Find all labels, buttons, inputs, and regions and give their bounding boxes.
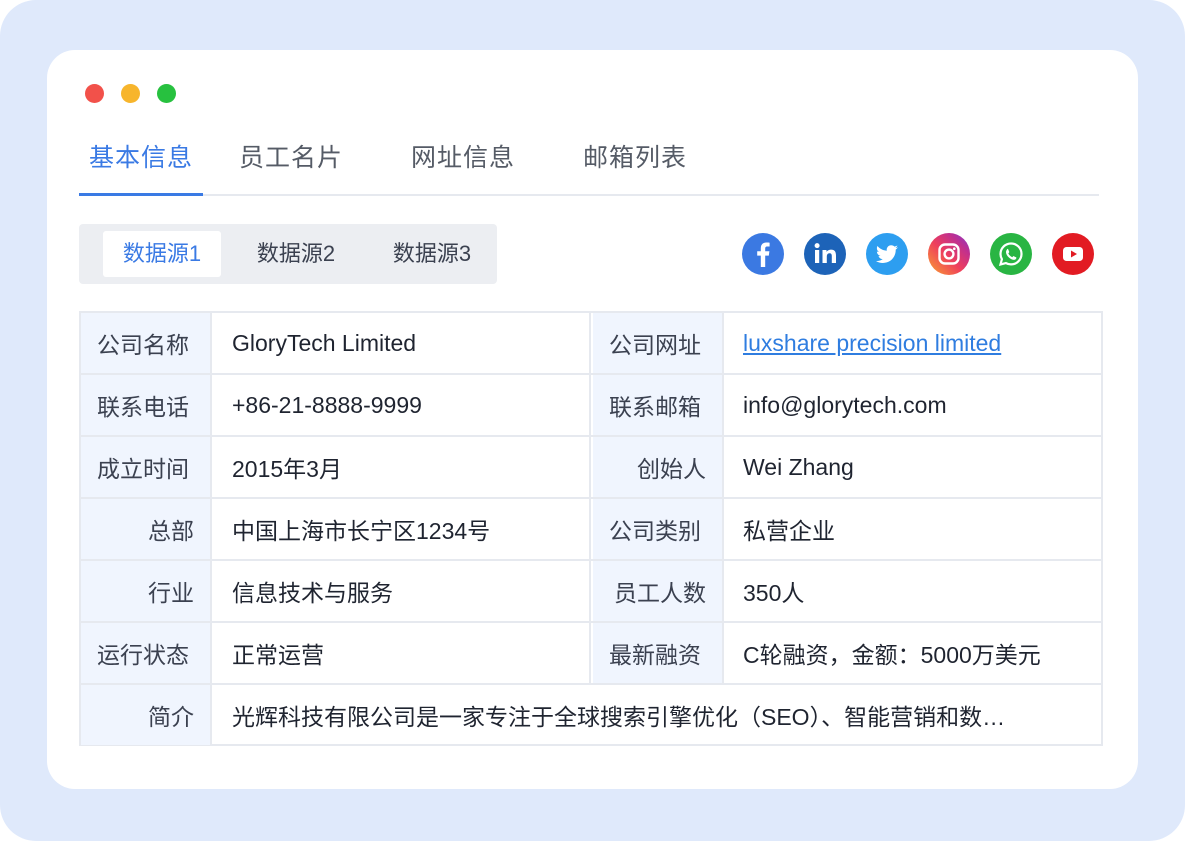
active-tab-indicator xyxy=(79,193,203,196)
table-row: 总部 中国上海市长宁区1234号 公司类别 私营企业 xyxy=(81,499,1101,561)
data-source-3-button[interactable]: 数据源3 xyxy=(373,231,491,277)
website-link[interactable]: luxshare precision limited xyxy=(743,330,1001,357)
founder-value: Wei Zhang xyxy=(743,453,854,480)
tab-email-list[interactable]: 邮箱列表 xyxy=(583,138,687,174)
email-value: info@glorytech.com xyxy=(743,391,947,418)
founded-label: 成立时间 xyxy=(81,437,212,497)
linkedin-icon[interactable] xyxy=(804,233,846,275)
minimize-window-button[interactable] xyxy=(121,84,140,103)
website-label: 公司网址 xyxy=(593,313,724,373)
intro-value: 光辉科技有限公司是一家专注于全球搜索引擎优化（SEO）、智能营销和数… xyxy=(232,704,1006,730)
maximize-window-button[interactable] xyxy=(157,84,176,103)
data-source-1-button[interactable]: 数据源1 xyxy=(103,231,221,277)
twitter-icon[interactable] xyxy=(866,233,908,275)
status-value: 正常运营 xyxy=(214,623,591,683)
table-row: 成立时间 2015年3月 创始人 Wei Zhang xyxy=(81,437,1101,499)
intro-label: 简介 xyxy=(81,685,212,745)
data-source-2-button[interactable]: 数据源2 xyxy=(237,231,355,277)
data-source-switcher: 数据源1 数据源2 数据源3 xyxy=(79,224,497,284)
tab-website-info[interactable]: 网址信息 xyxy=(411,138,515,174)
category-label: 公司类别 xyxy=(593,499,724,559)
company-info-card: 基本信息 员工名片 网址信息 邮箱列表 数据源1 数据源2 数据源3 公司名称 … xyxy=(47,50,1138,789)
industry-value: 信息技术与服务 xyxy=(214,561,591,621)
window-controls xyxy=(85,84,176,103)
table-row: 简介 光辉科技有限公司是一家专注于全球搜索引擎优化（SEO）、智能营销和数… xyxy=(81,685,1101,745)
table-row: 行业 信息技术与服务 员工人数 350人 xyxy=(81,561,1101,623)
whatsapp-icon[interactable] xyxy=(990,233,1032,275)
instagram-icon[interactable] xyxy=(928,233,970,275)
hq-value: 中国上海市长宁区1234号 xyxy=(214,499,591,559)
founder-label: 创始人 xyxy=(593,437,724,497)
company-info-table: 公司名称 GloryTech Limited 公司网址 luxshare pre… xyxy=(79,311,1103,746)
facebook-icon[interactable] xyxy=(742,233,784,275)
company-name-label: 公司名称 xyxy=(81,313,212,373)
employees-label: 员工人数 xyxy=(593,561,724,621)
email-label: 联系邮箱 xyxy=(593,375,724,435)
phone-label: 联系电话 xyxy=(81,375,212,435)
table-row: 联系电话 +86-21-8888-9999 联系邮箱 info@glorytec… xyxy=(81,375,1101,437)
employees-value: 350人 xyxy=(743,580,805,606)
industry-label: 行业 xyxy=(81,561,212,621)
founded-value: 2015年3月 xyxy=(214,437,591,497)
funding-value: C轮融资，金额：5000万美元 xyxy=(743,642,1041,668)
table-row: 公司名称 GloryTech Limited 公司网址 luxshare pre… xyxy=(81,313,1101,375)
status-label: 运行状态 xyxy=(81,623,212,683)
funding-label: 最新融资 xyxy=(593,623,724,683)
tab-employee-cards[interactable]: 员工名片 xyxy=(239,138,343,174)
youtube-icon[interactable] xyxy=(1052,233,1094,275)
main-tabs: 基本信息 员工名片 网址信息 邮箱列表 xyxy=(79,134,1099,196)
company-name-value: GloryTech Limited xyxy=(214,313,591,373)
tab-basic-info[interactable]: 基本信息 xyxy=(89,138,193,174)
hq-label: 总部 xyxy=(81,499,212,559)
phone-value: +86-21-8888-9999 xyxy=(214,375,591,435)
category-value: 私营企业 xyxy=(743,518,835,544)
table-row: 运行状态 正常运营 最新融资 C轮融资，金额：5000万美元 xyxy=(81,623,1101,685)
close-window-button[interactable] xyxy=(85,84,104,103)
